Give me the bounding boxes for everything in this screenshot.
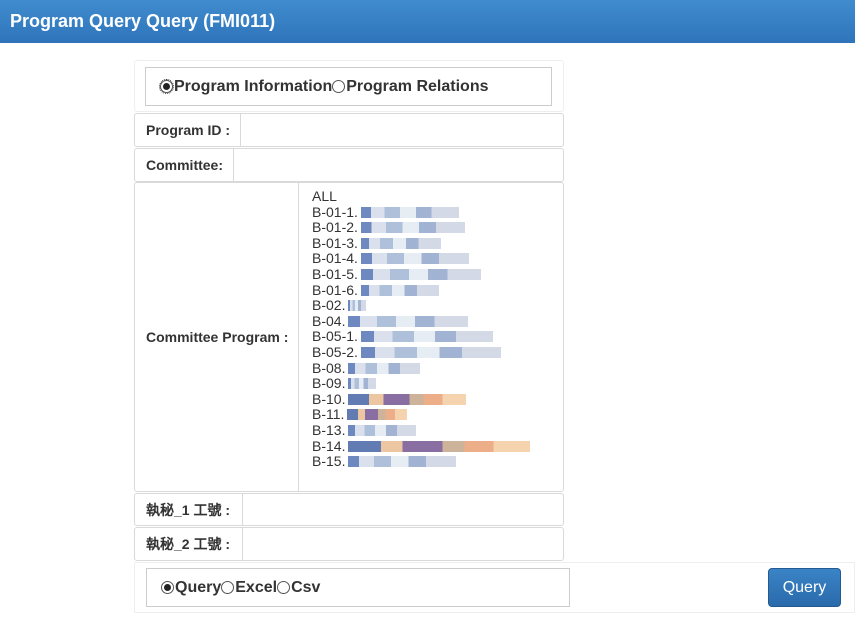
page-title: Program Query Query (FMI011) [10, 11, 276, 31]
redacted-text [348, 378, 377, 390]
committee-program-option-label: B-10. [312, 390, 346, 407]
excel-format-radio[interactable] [221, 581, 235, 594]
committee-label: Committee: [135, 149, 234, 181]
secretary-2-input[interactable] [243, 528, 563, 560]
program-information-radio[interactable] [159, 79, 174, 94]
committee-program-option[interactable]: ALL [312, 188, 563, 205]
committee-program-option-label: ALL [312, 188, 337, 204]
committee-program-option[interactable]: B-11. [312, 407, 563, 423]
committee-program-option-label: B-01-5. [312, 265, 358, 282]
committee-program-option[interactable]: B-08. [312, 359, 563, 377]
committee-program-option[interactable]: B-13. [312, 421, 563, 439]
secretary-1-row: 執秘_1 工號 : [134, 493, 564, 526]
csv-format-label[interactable]: Csv [291, 579, 320, 597]
redacted-text [348, 315, 469, 327]
secretary-2-label: 執秘_2 工號 : [135, 528, 243, 560]
committee-program-option-label: B-05-1. [312, 328, 358, 345]
query-format-radio[interactable] [161, 581, 174, 594]
secretary-1-label: 執秘_1 工號 : [135, 494, 243, 525]
redacted-text [360, 206, 459, 218]
page-header: Program Query Query (FMI011) [0, 0, 855, 43]
redacted-text [347, 409, 408, 421]
redacted-text [360, 253, 469, 265]
redacted-text [348, 456, 457, 468]
committee-program-row: Committee Program : ALL B-01-1. B-01-2. B-0… [134, 182, 564, 492]
committee-program-option[interactable]: B-10. [312, 390, 563, 408]
csv-format-radio[interactable] [277, 581, 291, 594]
excel-format-label[interactable]: Excel [235, 579, 277, 597]
committee-program-option-label: B-09. [312, 375, 346, 392]
committee-program-option[interactable]: B-02. [312, 297, 563, 314]
query-format-label[interactable]: Query [175, 579, 221, 597]
committee-program-option-label: B-02. [312, 297, 346, 314]
committee-program-option-label: B-01-2. [312, 219, 358, 236]
committee-program-option[interactable]: B-01-1. [312, 203, 563, 221]
query-button[interactable]: Query [768, 568, 841, 607]
committee-program-option-label: B-14. [312, 437, 346, 454]
committee-program-option[interactable]: B-01-3. [312, 234, 563, 252]
committee-input[interactable] [234, 149, 563, 181]
redacted-text [348, 300, 367, 312]
committee-program-option-label: B-01-6. [312, 281, 358, 298]
redacted-text [360, 331, 493, 343]
committee-program-option-label: B-04. [312, 312, 346, 329]
committee-program-option-label: B-11. [312, 406, 345, 423]
committee-program-option[interactable]: B-05-2. [312, 343, 563, 361]
program-relations-radio[interactable] [332, 80, 346, 93]
mode-radio-group: Program Information Program Relations [145, 67, 552, 106]
redacted-text [348, 424, 417, 436]
redacted-text [360, 237, 441, 249]
committee-program-listbox[interactable]: ALL B-01-1. B-01-2. B-01-3. B-01-4. B-01-5. B-… [299, 183, 563, 491]
committee-program-option[interactable]: B-14. [312, 437, 563, 455]
redacted-text [348, 393, 467, 405]
committee-program-option-label: B-05-2. [312, 343, 358, 360]
redacted-text [360, 268, 481, 280]
committee-program-option[interactable]: B-01-4. [312, 251, 563, 267]
program-relations-label[interactable]: Program Relations [346, 78, 488, 96]
program-id-row: Program ID : [134, 113, 564, 147]
secretary-1-input[interactable] [243, 494, 563, 525]
program-id-label: Program ID : [135, 114, 241, 146]
committee-program-option-label: B-15. [312, 453, 346, 470]
committee-program-option[interactable]: B-09. [312, 375, 563, 392]
committee-program-option[interactable]: B-04. [312, 312, 563, 330]
program-id-input[interactable] [241, 114, 563, 146]
output-format-radio-group: Query Excel Csv [146, 568, 570, 607]
committee-program-option[interactable]: B-01-6. [312, 281, 563, 299]
committee-program-option[interactable]: B-05-1. [312, 329, 563, 345]
committee-program-option-label: B-13. [312, 421, 346, 438]
program-information-label[interactable]: Program Information [174, 78, 332, 96]
redacted-text [360, 284, 439, 296]
redacted-text [348, 440, 531, 452]
secretary-2-row: 執秘_2 工號 : [134, 527, 564, 561]
committee-program-label: Committee Program : [135, 183, 299, 491]
committee-program-option[interactable]: B-15. [312, 453, 563, 470]
committee-program-option[interactable]: B-01-2. [312, 219, 563, 236]
redacted-text [360, 346, 501, 358]
committee-program-option[interactable]: B-01-5. [312, 265, 563, 283]
committee-program-option-label: B-01-1. [312, 203, 358, 220]
committee-program-option-label: B-08. [312, 359, 346, 376]
committee-program-option-label: B-01-4. [312, 250, 358, 267]
committee-program-option-label: B-01-3. [312, 234, 358, 251]
redacted-text [348, 362, 421, 374]
committee-program-list: ALL B-01-1. B-01-2. B-01-3. B-01-4. B-01-5. B-… [299, 183, 563, 470]
committee-row: Committee: [134, 148, 564, 182]
redacted-text [360, 222, 465, 234]
